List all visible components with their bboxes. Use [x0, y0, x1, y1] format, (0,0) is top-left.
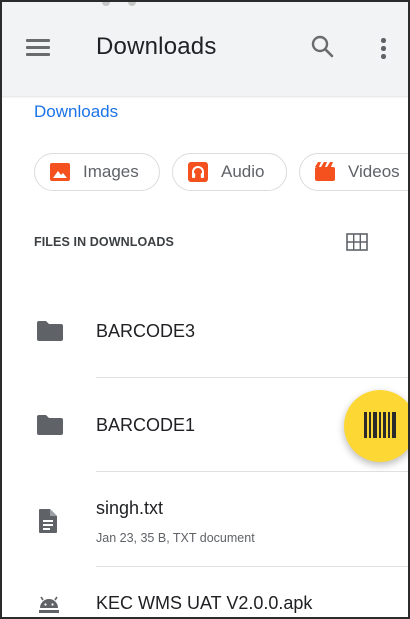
file-row[interactable]: singh.txt Jan 23, 35 B, TXT document — [0, 486, 410, 564]
image-icon — [49, 161, 71, 183]
grid-view-icon[interactable] — [345, 232, 369, 252]
row-divider — [96, 377, 410, 378]
section-title: FILES IN DOWNLOADS — [34, 235, 174, 249]
headphones-icon — [187, 161, 209, 183]
file-row[interactable]: BARCODE3 — [0, 300, 410, 378]
chip-videos[interactable]: Videos — [299, 153, 410, 191]
file-name: singh.txt — [96, 498, 164, 518]
row-divider — [96, 566, 410, 567]
android-icon — [36, 594, 62, 619]
more-vertical-icon[interactable] — [372, 34, 394, 64]
row-divider — [96, 471, 410, 472]
file-meta: Jan 23, 35 B, TXT document — [96, 531, 255, 545]
app-toolbar: Downloads — [0, 0, 410, 96]
page-title: Downloads — [96, 33, 217, 60]
text-file-icon — [38, 508, 58, 539]
file-name: KEC WMS UAT V2.0.0.apk — [96, 593, 313, 613]
breadcrumb[interactable]: Downloads — [34, 101, 118, 123]
folder-icon — [36, 320, 64, 347]
chip-images-label: Images — [83, 162, 139, 181]
file-name: BARCODE1 — [96, 415, 196, 435]
chip-images[interactable]: Images — [34, 153, 160, 191]
file-name: BARCODE3 — [96, 321, 196, 341]
chip-videos-label: Videos — [348, 162, 400, 181]
chip-audio[interactable]: Audio — [172, 153, 287, 191]
barcode-scanner-icon — [364, 412, 396, 438]
video-icon — [314, 161, 336, 183]
chip-audio-label: Audio — [221, 162, 265, 181]
barcode-scanner-button[interactable] — [344, 390, 410, 462]
hamburger-menu-icon[interactable] — [26, 38, 54, 58]
status-bar-remnant — [100, 0, 140, 6]
category-chips: Images Audio Videos — [34, 153, 410, 193]
folder-icon — [36, 414, 64, 441]
file-row[interactable]: KEC WMS UAT V2.0.0.apk — [0, 580, 410, 619]
search-icon[interactable] — [308, 32, 338, 62]
